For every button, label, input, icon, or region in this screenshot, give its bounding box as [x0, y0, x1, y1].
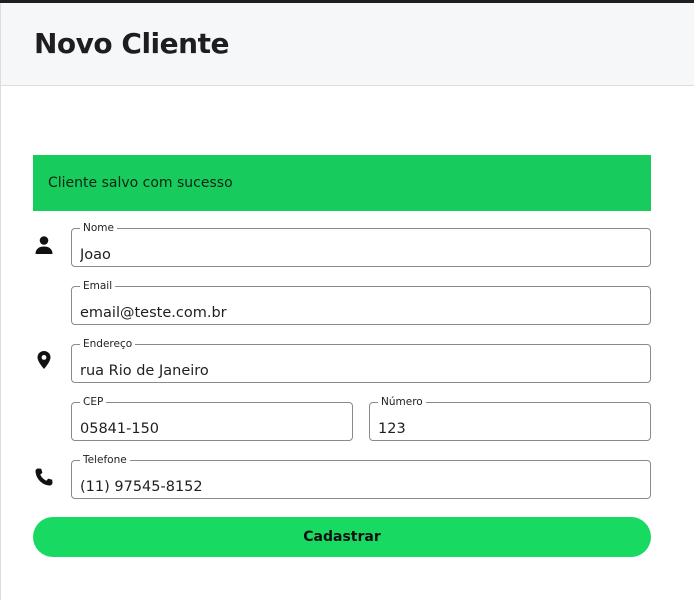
cep-input[interactable]: [80, 421, 344, 437]
location-pin-icon: [34, 350, 54, 370]
nome-field[interactable]: Nome: [71, 222, 651, 267]
endereco-input[interactable]: [80, 363, 642, 379]
numero-label: Número: [381, 396, 423, 408]
endereco-field[interactable]: Endereço: [71, 338, 651, 383]
window-left-border: [0, 3, 1, 600]
numero-input[interactable]: [378, 421, 642, 437]
nome-label: Nome: [83, 222, 114, 234]
person-icon: [34, 235, 54, 255]
email-input[interactable]: [80, 305, 642, 321]
success-alert: Cliente salvo com sucesso: [33, 155, 651, 211]
nome-input[interactable]: [80, 247, 642, 263]
telefone-label: Telefone: [83, 454, 127, 466]
alert-message: Cliente salvo com sucesso: [48, 175, 233, 191]
cadastrar-button[interactable]: Cadastrar: [33, 517, 651, 557]
email-label: Email: [83, 280, 113, 292]
telefone-input[interactable]: [80, 479, 642, 495]
phone-icon: [34, 467, 54, 487]
page-header: Novo Cliente: [1, 3, 694, 86]
numero-field[interactable]: Número: [369, 396, 651, 441]
page-title: Novo Cliente: [34, 27, 229, 60]
cep-field[interactable]: CEP: [71, 396, 353, 441]
cep-label: CEP: [83, 396, 104, 408]
email-field[interactable]: Email: [71, 280, 651, 325]
telefone-field[interactable]: Telefone: [71, 454, 651, 499]
endereco-label: Endereço: [83, 338, 133, 350]
